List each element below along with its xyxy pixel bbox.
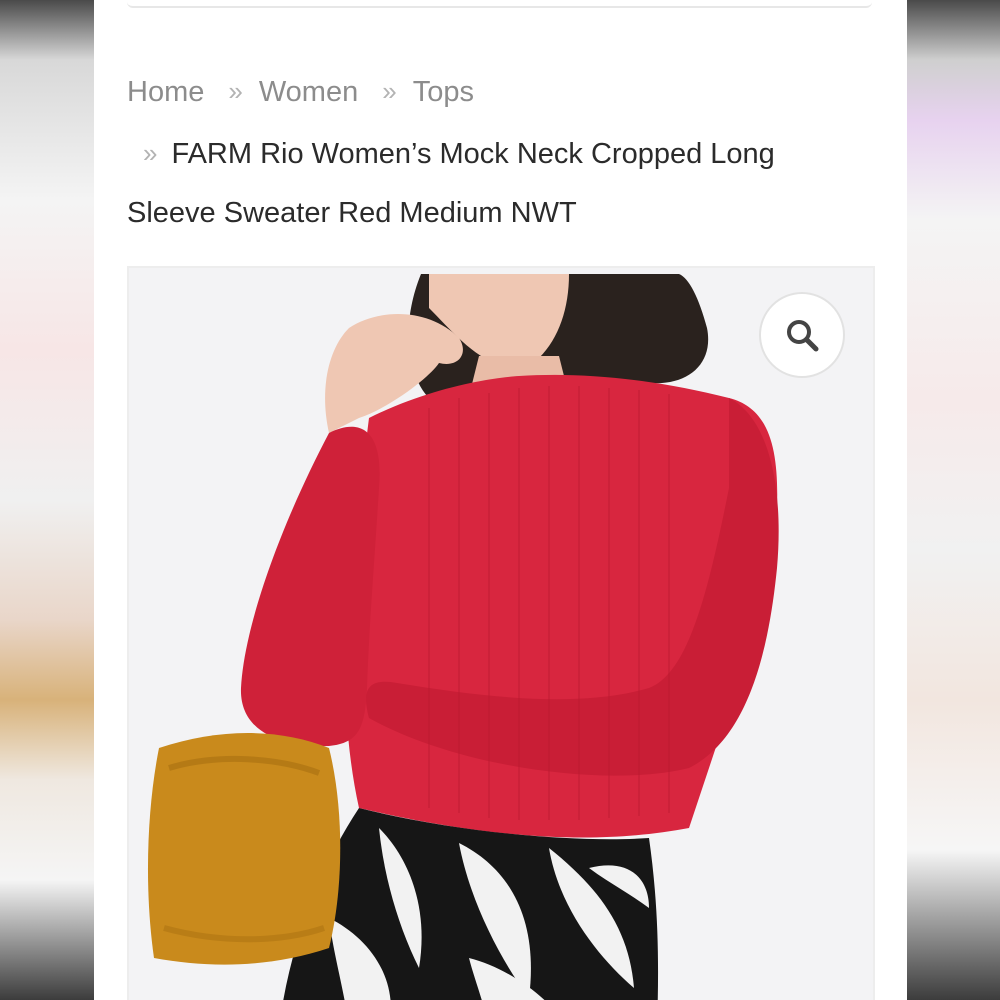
breadcrumb-current-title: FARM Rio Women’s Mock Neck Cropped Long xyxy=(171,137,775,170)
breadcrumb-separator: » xyxy=(228,75,243,106)
breadcrumb-row: Home » Women » Tops xyxy=(127,68,847,116)
product-image[interactable] xyxy=(127,266,875,1000)
backdrop-left xyxy=(0,0,94,1000)
breadcrumb: Home » Women » Tops » FARM Rio Women’s M… xyxy=(127,68,847,242)
zoom-button[interactable] xyxy=(759,292,845,378)
product-photo xyxy=(129,268,873,1000)
header-divider xyxy=(127,0,872,8)
backdrop-right xyxy=(907,0,1000,1000)
breadcrumb-current-row: » FARM Rio Women’s Mock Neck Cropped Lon… xyxy=(127,124,847,184)
breadcrumb-tops-link[interactable]: Tops xyxy=(413,76,474,109)
breadcrumb-women-link[interactable]: Women xyxy=(259,76,358,109)
breadcrumb-separator: » xyxy=(143,137,158,168)
search-icon xyxy=(787,320,819,352)
breadcrumb-current-title-continued: Sleeve Sweater Red Medium NWT xyxy=(127,197,577,229)
breadcrumb-separator: » xyxy=(382,75,397,106)
breadcrumb-home-link[interactable]: Home xyxy=(127,76,204,109)
product-card: Home » Women » Tops » FARM Rio Women’s M… xyxy=(94,0,907,1000)
